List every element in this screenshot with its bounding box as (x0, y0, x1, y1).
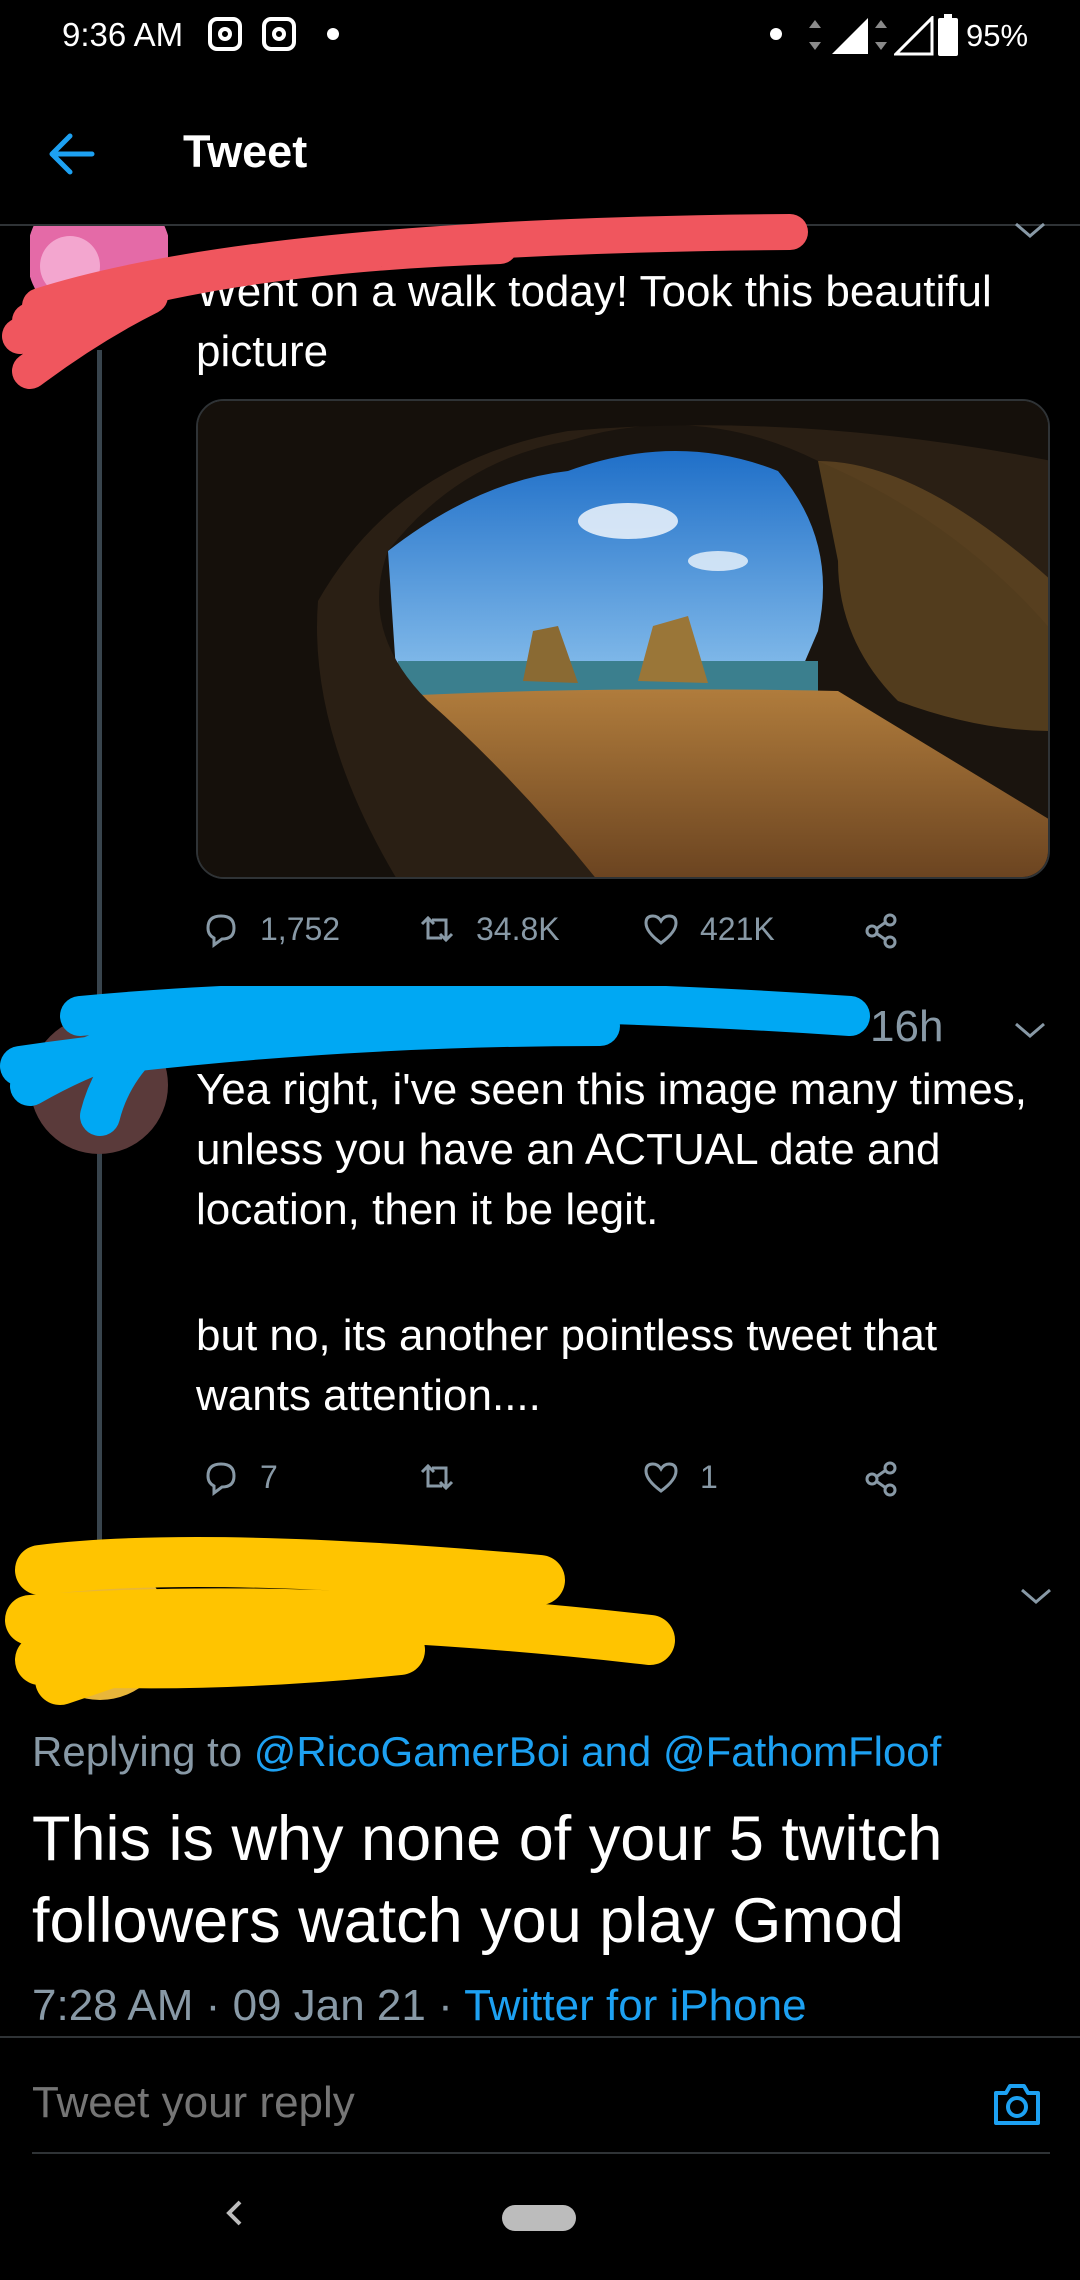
like-button[interactable]: 1 (640, 1456, 718, 1498)
avatar[interactable] (30, 1016, 168, 1154)
compose-bar (0, 2036, 1080, 2156)
heart-icon (644, 1462, 678, 1493)
retweet-button[interactable]: 34.8K (416, 908, 560, 950)
reply-count: 1,752 (260, 910, 341, 947)
instagram-icon (208, 17, 242, 51)
divider (32, 2152, 1050, 2154)
like-count: 1 (700, 1458, 718, 1495)
retweet-icon (420, 915, 454, 943)
nav-back-icon[interactable] (220, 2198, 250, 2228)
mention-conjunction: and (581, 1728, 652, 1775)
chevron-down-icon[interactable] (1012, 1012, 1048, 1048)
tweet-image[interactable] (196, 399, 1050, 879)
data-arrows-icon (875, 20, 887, 50)
top-bar: Tweet (0, 100, 1080, 226)
share-icon[interactable] (860, 1458, 902, 1500)
replying-to-prefix: Replying to (32, 1728, 243, 1775)
mention-link[interactable]: @RicoGamerBoi (254, 1728, 570, 1775)
status-time: 9:36 AM (62, 16, 184, 53)
reply-button[interactable]: 7 (200, 1456, 278, 1498)
page-title: Tweet (183, 126, 308, 177)
reply-icon (206, 1462, 236, 1496)
chevron-down-icon[interactable] (1012, 212, 1048, 248)
battery-icon (938, 14, 958, 56)
tweet-source-link[interactable]: Twitter for iPhone (464, 1981, 806, 2030)
instagram-icon (262, 17, 296, 51)
tweet-text: but no, its another pointless tweet that… (196, 1311, 938, 1420)
reply-button[interactable]: 1,752 (200, 908, 340, 950)
avatar[interactable] (30, 1560, 170, 1700)
like-button[interactable]: 421K (640, 908, 775, 950)
battery-percent: 95% (966, 18, 1029, 53)
heart-icon (644, 914, 678, 945)
tweet-date: 09 Jan 21 (232, 1981, 426, 2030)
meta-separator: · (438, 1981, 453, 2030)
thread-connector (97, 350, 102, 1540)
tweet-time: 7:28 AM (32, 1981, 194, 2030)
arrow-left-icon[interactable] (46, 128, 98, 180)
nav-home-pill[interactable] (502, 2205, 576, 2231)
chevron-down-icon[interactable] (1018, 1578, 1054, 1614)
like-count: 421K (700, 910, 775, 947)
share-icon[interactable] (860, 910, 902, 952)
status-bar: 9:36 AM 95% (0, 0, 1080, 76)
retweet-count: 34.8K (476, 910, 560, 947)
camera-icon[interactable] (990, 2077, 1044, 2131)
retweet-icon (420, 1463, 454, 1491)
replying-to: Replying to @RicoGamerBoi and @FathomFlo… (32, 1728, 941, 1776)
signal-icon (832, 18, 868, 54)
reply-icon (206, 914, 236, 948)
tweet-time: 16h (870, 1002, 944, 1051)
signal-icon (894, 16, 934, 56)
cave-beach-photo (198, 401, 1048, 877)
retweet-button[interactable] (416, 1456, 458, 1498)
tweet-meta: 7:28 AM · 09 Jan 21 · Twitter for iPhone (32, 1981, 807, 2031)
data-arrows-icon (809, 20, 821, 50)
reply-input[interactable] (32, 2078, 932, 2128)
main-tweet-text: This is why none of your 5 twitch follow… (32, 1804, 943, 1956)
dot-icon (770, 28, 782, 40)
meta-separator: · (205, 1981, 221, 2030)
dot-icon (327, 28, 339, 40)
reply-count: 7 (260, 1458, 278, 1495)
tweet-text: Yea right, i've seen this image many tim… (196, 1065, 1027, 1234)
tweet-text: Went on a walk today! Took this beautifu… (196, 267, 992, 376)
avatar[interactable] (30, 226, 168, 352)
mention-link[interactable]: @FathomFloof (663, 1728, 941, 1775)
